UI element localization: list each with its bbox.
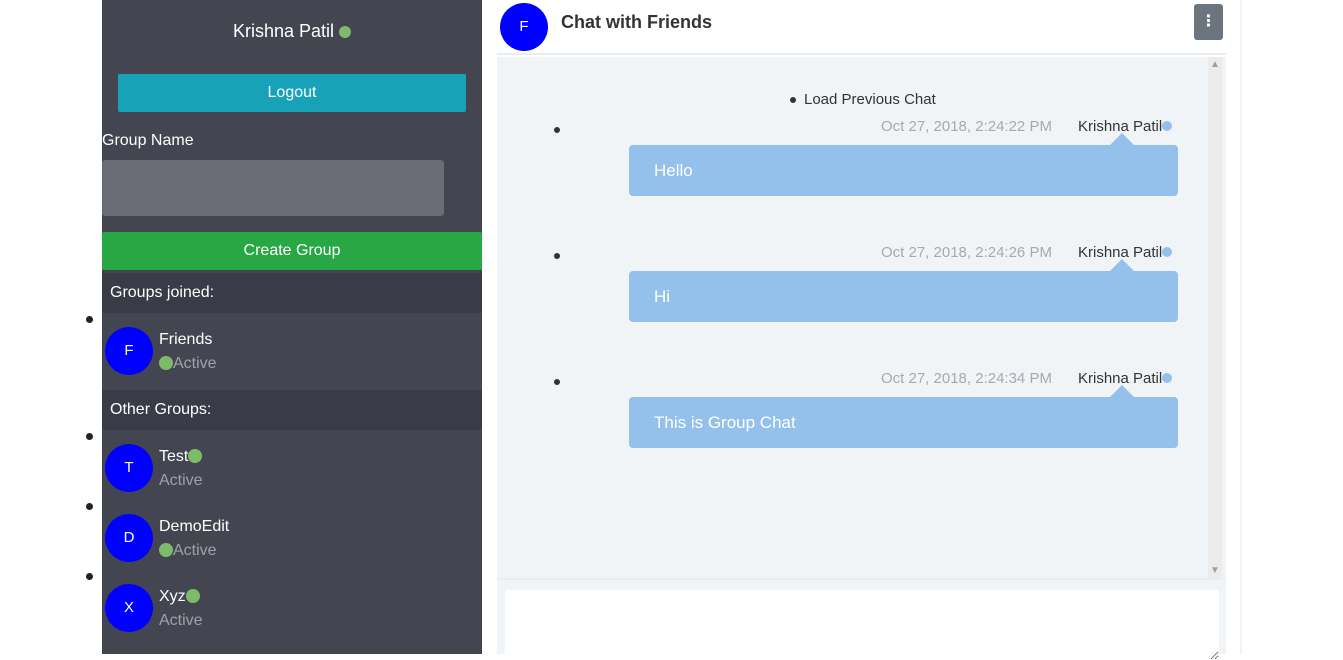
group-name: Friends — [159, 331, 213, 348]
sender-status-icon — [1162, 373, 1173, 384]
sender-status-icon — [1162, 247, 1173, 258]
group-status-text: Active — [159, 472, 203, 489]
chat-header: F Chat with Friends ⋮ — [497, 0, 1226, 55]
online-status-icon — [185, 588, 200, 603]
online-status-icon — [159, 355, 173, 370]
load-previous-chat-link[interactable]: Load Previous Chat — [790, 91, 936, 108]
group-name: Xyz — [159, 588, 186, 605]
list-bullet-icon — [790, 97, 796, 104]
groups-joined-header: Groups joined: — [102, 273, 482, 313]
group-item-test[interactable]: T Test Active — [102, 441, 482, 497]
chat-title: Chat with Friends — [561, 12, 713, 32]
group-name-row: Test — [159, 447, 203, 467]
chat-message: Oct 27, 2018, 2:24:34 PM Krishna Patil T… — [497, 370, 1197, 470]
vertical-ellipsis-icon: ⋮ — [1200, 13, 1217, 30]
logout-button[interactable]: Logout — [118, 74, 466, 112]
group-item-friends[interactable]: F Friends Active — [102, 324, 482, 380]
list-bullet-icon — [554, 253, 560, 259]
group-avatar: D — [105, 514, 153, 562]
online-status-icon — [339, 26, 352, 39]
chat-scrollbar[interactable]: ▲ ▼ — [1208, 57, 1222, 578]
sidebar: Krishna Patil Logout Group Name Create G… — [102, 0, 482, 654]
group-item-demoedit[interactable]: D DemoEdit Active — [102, 511, 482, 567]
online-status-icon — [159, 542, 173, 557]
chat-menu-button[interactable]: ⋮ — [1194, 4, 1223, 40]
chat-group-avatar: F — [500, 3, 548, 51]
list-bullet-icon — [554, 379, 560, 385]
chat-message: Oct 27, 2018, 2:24:22 PM Krishna Patil H… — [497, 118, 1197, 218]
current-user: Krishna Patil — [102, 18, 482, 44]
group-status: Active — [159, 354, 217, 374]
group-avatar: T — [105, 444, 153, 492]
group-status: Active — [159, 541, 217, 561]
group-name-label: Group Name — [102, 132, 194, 149]
group-name: DemoEdit — [159, 518, 230, 535]
message-input[interactable] — [505, 590, 1219, 660]
message-bubble: This is Group Chat — [629, 385, 1178, 448]
group-name: Test — [159, 448, 189, 465]
other-groups-header: Other Groups: — [102, 390, 482, 430]
list-bullet-icon — [86, 433, 93, 440]
message-timestamp: Oct 27, 2018, 2:24:22 PM — [881, 118, 1052, 135]
list-bullet-icon — [554, 127, 560, 133]
panel-right-border — [1240, 0, 1242, 654]
scroll-up-icon[interactable]: ▲ — [1208, 59, 1222, 70]
chat-message: Oct 27, 2018, 2:24:26 PM Krishna Patil H… — [497, 244, 1197, 344]
group-status-text: Active — [173, 542, 217, 559]
chat-footer — [497, 578, 1226, 660]
scroll-down-icon[interactable]: ▼ — [1208, 565, 1222, 576]
group-item-xyz[interactable]: X Xyz Active — [102, 581, 482, 637]
group-name-input[interactable] — [102, 160, 444, 216]
create-group-button[interactable]: Create Group — [102, 232, 482, 270]
group-avatar: X — [105, 584, 153, 632]
sender-status-icon — [1162, 121, 1173, 132]
list-bullet-icon — [86, 316, 93, 323]
group-avatar: F — [105, 327, 153, 375]
message-bubble: Hello — [629, 133, 1178, 196]
message-bubble: Hi — [629, 259, 1178, 322]
load-previous-label: Load Previous Chat — [804, 91, 936, 108]
list-bullet-icon — [86, 573, 93, 580]
message-timestamp: Oct 27, 2018, 2:24:26 PM — [881, 244, 1052, 261]
online-status-icon — [188, 448, 203, 463]
message-timestamp: Oct 27, 2018, 2:24:34 PM — [881, 370, 1052, 387]
username: Krishna Patil — [232, 21, 335, 41]
chat-messages-panel: Load Previous Chat Oct 27, 2018, 2:24:22… — [497, 57, 1226, 578]
list-bullet-icon — [86, 503, 93, 510]
group-status-text: Active — [159, 612, 203, 629]
group-name-row: Xyz — [159, 587, 200, 607]
group-status-text: Active — [173, 355, 217, 372]
